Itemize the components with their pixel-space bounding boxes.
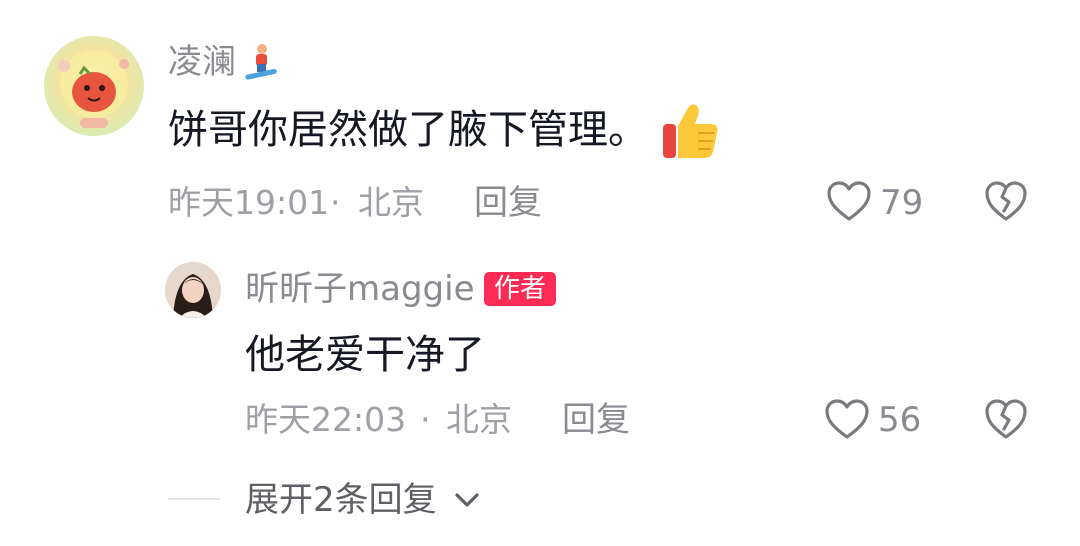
comment-location: 北京 <box>358 183 424 222</box>
reply-username[interactable]: 昕昕子maggie <box>245 272 474 306</box>
avatar[interactable] <box>44 36 144 136</box>
thumbs-up-emoji-icon <box>660 100 722 162</box>
divider-line <box>168 498 220 500</box>
like-count: 56 <box>878 400 922 440</box>
comment-username[interactable]: 凌澜 <box>168 45 236 79</box>
reply-text: 他老爱干净了 <box>245 332 485 378</box>
author-badge: 作者 <box>484 272 557 306</box>
chevron-down-icon[interactable] <box>452 488 482 512</box>
like-count: 79 <box>880 183 924 223</box>
like-heart-icon[interactable] <box>824 398 870 440</box>
dislike-broken-heart-icon[interactable] <box>984 398 1028 440</box>
meta-separator: · <box>330 183 341 222</box>
reply-location: 北京 <box>446 400 512 439</box>
expand-replies-button[interactable]: 展开2条回复 <box>245 483 437 517</box>
reply-time: 昨天22:03 <box>245 400 407 439</box>
snowboard-emoji-icon <box>240 42 280 82</box>
comment-text: 饼哥你居然做了腋下管理。 <box>168 107 648 153</box>
reply-button[interactable]: 回复 <box>474 186 542 220</box>
comment-time: 昨天19:01 <box>168 183 330 222</box>
like-heart-icon[interactable] <box>826 180 872 222</box>
reply-avatar[interactable] <box>165 262 221 318</box>
meta-separator: · <box>420 400 431 439</box>
reply-button[interactable]: 回复 <box>562 403 630 437</box>
dislike-broken-heart-icon[interactable] <box>984 180 1028 222</box>
